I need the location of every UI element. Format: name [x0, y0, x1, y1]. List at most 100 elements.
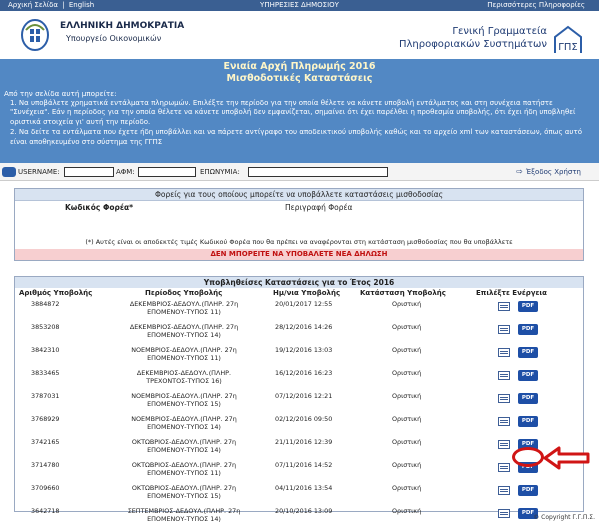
submission-period-line2: ΕΠΟΜΕΝΟΥ-ΤΥΠΟΣ 11)	[147, 469, 221, 477]
col-action: Επιλέξτε Ενέργεια	[476, 289, 547, 297]
banner-intro: Από την σελίδα αυτή μπορείτε:	[4, 89, 117, 98]
pdf-button[interactable]: PDF	[518, 301, 538, 312]
submission-number: 3742165	[31, 438, 60, 446]
submission-status: Οριστική	[392, 369, 422, 377]
submission-date: 28/12/2016 14:26	[275, 323, 333, 331]
submission-number: 3714780	[31, 461, 60, 469]
submission-period: ΔΕΚΕΜΒΡΙΟΣ-ΔΕΔΟΥΛ.(ΠΛΗΡ. ΤΡΕΧΟΝΤΟΣ-ΤΥΠΟΣ …	[124, 369, 244, 385]
submission-date: 21/11/2016 12:39	[275, 438, 333, 446]
submission-warning: ΔΕΝ ΜΠΟΡΕΙΤΕ ΝΑ ΥΠΟΒΑΛΕΤΕ ΝΕΑ ΔΗΛΩΣΗ	[15, 249, 583, 260]
submission-date: 02/12/2016 09:50	[275, 415, 333, 423]
more-info-link[interactable]: Περισσότερες Πληροφορίες	[487, 0, 585, 11]
submission-period-line2: ΕΠΟΜΕΝΟΥ-ΤΥΠΟΣ 11)	[147, 354, 221, 362]
submission-date: 20/10/2016 13:09	[275, 507, 333, 515]
site-header: ΕΛΛΗΝΙΚΗ ΔΗΜΟΚΡΑΤΙΑ Υπουργείο Οικονομικώ…	[0, 11, 599, 59]
submission-date: 04/11/2016 13:54	[275, 484, 333, 492]
submission-number: 3642718	[31, 507, 60, 515]
view-xml-icon[interactable]	[498, 325, 510, 334]
submission-number: 3768929	[31, 415, 60, 423]
submissions-list: 3884872 ΔΕΚΕΜΒΡΙΟΣ-ΔΕΔΟΥΛ.(ΠΛΗΡ. 27η ΕΠΟΜΕ…	[15, 299, 583, 524]
submission-period-line2: ΕΠΟΜΕΝΟΥ-ΤΥΠΟΣ 15)	[147, 492, 221, 500]
submission-period-line1: ΔΕΚΕΜΒΡΙΟΣ-ΔΕΔΟΥΛ.(ΠΛΗΡ.	[136, 369, 232, 377]
bodies-columns: Κωδικός Φορέα* Περιγραφή Φορέα	[15, 201, 583, 215]
submission-number: 3884872	[31, 300, 60, 308]
greek-emblem-icon	[21, 19, 49, 51]
pdf-button[interactable]: PDF	[518, 324, 538, 335]
submission-date: 07/11/2016 14:52	[275, 461, 333, 469]
submission-period-line1: ΣΕΠΤΕΜΒΡΙΟΣ-ΔΕΔΟΥΛ.(ΠΛΗΡ. 27η	[127, 507, 241, 515]
submissions-panel: Υποβληθείσες Καταστάσεις για το Έτος 201…	[14, 276, 584, 523]
submission-period-line2: ΕΠΟΜΕΝΟΥ-ΤΥΠΟΣ 14)	[147, 423, 221, 431]
submission-number: 3842310	[31, 346, 60, 354]
bodies-note: (*) Αυτές είναι οι αποδεκτές τιμές Κωδικ…	[85, 238, 513, 246]
submission-period-line1: ΟΚΤΩΒΡΙΟΣ-ΔΕΔΟΥΛ.(ΠΛΗΡ. 27η	[131, 461, 237, 469]
view-xml-icon[interactable]	[498, 371, 510, 380]
submission-status: Οριστική	[392, 323, 422, 331]
submissions-title: Υποβληθείσες Καταστάσεις για το Έτος 201…	[15, 277, 583, 288]
col-submission-period: Περίοδος Υποβολής	[145, 289, 223, 297]
table-row: 3714780 ΟΚΤΩΒΡΙΟΣ-ΔΕΔΟΥΛ.(ΠΛΗΡ. 27η ΕΠΟΜΕΝ…	[15, 460, 583, 483]
view-xml-icon[interactable]	[498, 348, 510, 357]
banner-list: 1. Να υποβάλετε χρηματικά εντάλματα πληρ…	[10, 99, 590, 148]
submissions-columns: Αριθμός Υποβολής Περίοδος Υποβολής Ημ/νι…	[15, 288, 583, 299]
col-submission-number: Αριθμός Υποβολής	[19, 289, 93, 297]
submission-period-line1: ΔΕΚΕΜΒΡΙΟΣ-ΔΕΔΟΥΛ.(ΠΛΗΡ. 27η	[129, 323, 239, 331]
table-row: 3742165 ΟΚΤΩΒΡΙΟΣ-ΔΕΔΟΥΛ.(ΠΛΗΡ. 27η ΕΠΟΜΕΝ…	[15, 437, 583, 460]
eponymia-label: ΕΠΩΝΥΜΙΑ:	[200, 168, 240, 176]
bodies-panel-title: Φορείς για τους οποίους μπορείτε να υποβ…	[15, 189, 583, 201]
submission-period-line1: ΝΟΕΜΒΡΙΟΣ-ΔΕΔΟΥΛ.(ΠΛΗΡ. 27η	[131, 346, 237, 354]
submission-date: 19/12/2016 13:03	[275, 346, 333, 354]
pdf-button[interactable]: PDF	[518, 416, 538, 427]
pdf-button[interactable]: PDF	[518, 370, 538, 381]
submission-date: 16/12/2016 16:23	[275, 369, 333, 377]
submission-number: 3787031	[31, 392, 60, 400]
gsis-logo-icon: ΓΠΣ	[554, 25, 582, 53]
top-nav-bar: Αρχική Σελίδα | English ΥΠΗΡΕΣΙΕΣ ΔΗΜΟΣΙ…	[0, 0, 599, 11]
table-row: 3842310 ΝΟΕΜΒΡΙΟΣ-ΔΕΔΟΥΛ.(ΠΛΗΡ. 27η ΕΠΟΜΕΝ…	[15, 345, 583, 368]
highlight-arrow-icon	[543, 446, 590, 470]
col-body-code: Κωδικός Φορέα*	[65, 203, 134, 212]
submission-date: 07/12/2016 12:21	[275, 392, 333, 400]
view-xml-icon[interactable]	[498, 302, 510, 311]
pdf-button[interactable]: PDF	[518, 347, 538, 358]
submission-period-line2: ΕΠΟΜΕΝΟΥ-ΤΥΠΟΣ 14)	[147, 331, 221, 339]
col-submission-status: Κατάσταση Υποβολής	[360, 289, 446, 297]
gov-title: ΕΛΛΗΝΙΚΗ ΔΗΜΟΚΡΑΤΙΑ	[60, 21, 185, 31]
view-xml-icon[interactable]	[498, 509, 510, 518]
submission-period-line1: ΔΕΚΕΜΒΡΙΟΣ-ΔΕΔΟΥΛ.(ΠΛΗΡ. 27η	[129, 300, 239, 308]
bodies-empty-area	[15, 215, 583, 235]
submission-period-line2: ΤΡΕΧΟΝΤΟΣ-ΤΥΠΟΣ 16)	[146, 377, 222, 385]
submission-status: Οριστική	[392, 392, 422, 400]
ministry-title: Υπουργείο Οικονομικών	[66, 34, 162, 43]
submission-period: ΟΚΤΩΒΡΙΟΣ-ΔΕΔΟΥΛ.(ΠΛΗΡ. 27η ΕΠΟΜΕΝΟΥ-ΤΥΠΟ…	[124, 438, 244, 454]
view-xml-icon[interactable]	[498, 440, 510, 449]
banner-item-2: 2. Να δείτε τα εντάλματα που έχετε ήδη υ…	[10, 128, 582, 146]
submission-period-line1: ΟΚΤΩΒΡΙΟΣ-ΔΕΔΟΥΛ.(ΠΛΗΡ. 27η	[131, 438, 237, 446]
table-row: 3853208 ΔΕΚΕΜΒΡΙΟΣ-ΔΕΔΟΥΛ.(ΠΛΗΡ. 27η ΕΠΟΜΕ…	[15, 322, 583, 345]
banner-item-1: 1. Να υποβάλετε χρηματικά εντάλματα πληρ…	[10, 99, 576, 126]
view-xml-icon[interactable]	[498, 394, 510, 403]
user-icon	[2, 167, 16, 177]
pdf-button[interactable]: PDF	[518, 393, 538, 404]
submission-period-line1: ΟΚΤΩΒΡΙΟΣ-ΔΕΔΟΥΛ.(ΠΛΗΡ. 27η	[131, 484, 237, 492]
submission-number: 3833465	[31, 369, 60, 377]
banner-subtitle: Μισθοδοτικές Καταστάσεις	[226, 73, 373, 84]
info-banner: Ενιαία Αρχή Πληρωμής 2016 Μισθοδοτικές Κ…	[0, 59, 599, 163]
view-xml-icon[interactable]	[498, 486, 510, 495]
submission-period: ΔΕΚΕΜΒΡΙΟΣ-ΔΕΔΟΥΛ.(ΠΛΗΡ. 27η ΕΠΟΜΕΝΟΥ-ΤΥΠ…	[124, 300, 244, 316]
submission-period: ΟΚΤΩΒΡΙΟΣ-ΔΕΔΟΥΛ.(ΠΛΗΡ. 27η ΕΠΟΜΕΝΟΥ-ΤΥΠΟ…	[124, 461, 244, 477]
afm-label: ΑΦΜ:	[116, 168, 135, 176]
gsis-title-line1: Γενική Γραμματεία	[452, 26, 547, 37]
submission-status: Οριστική	[392, 415, 422, 423]
exit-icon[interactable]: ⇨	[516, 168, 523, 176]
highlight-circle	[512, 447, 544, 467]
logout-link[interactable]: Έξοδος Χρήστη	[526, 163, 581, 181]
submission-period-line1: ΝΟΕΜΒΡΙΟΣ-ΔΕΔΟΥΛ.(ΠΛΗΡ. 27η	[131, 392, 237, 400]
submission-period: ΝΟΕΜΒΡΙΟΣ-ΔΕΔΟΥΛ.(ΠΛΗΡ. 27η ΕΠΟΜΕΝΟΥ-ΤΥΠΟ…	[124, 415, 244, 431]
view-xml-icon[interactable]	[498, 417, 510, 426]
view-xml-icon[interactable]	[498, 463, 510, 472]
col-submission-date: Ημ/νια Υποβολής	[273, 289, 341, 297]
submission-number: 3853208	[31, 323, 60, 331]
afm-field	[138, 167, 196, 177]
pdf-button[interactable]: PDF	[518, 485, 538, 496]
